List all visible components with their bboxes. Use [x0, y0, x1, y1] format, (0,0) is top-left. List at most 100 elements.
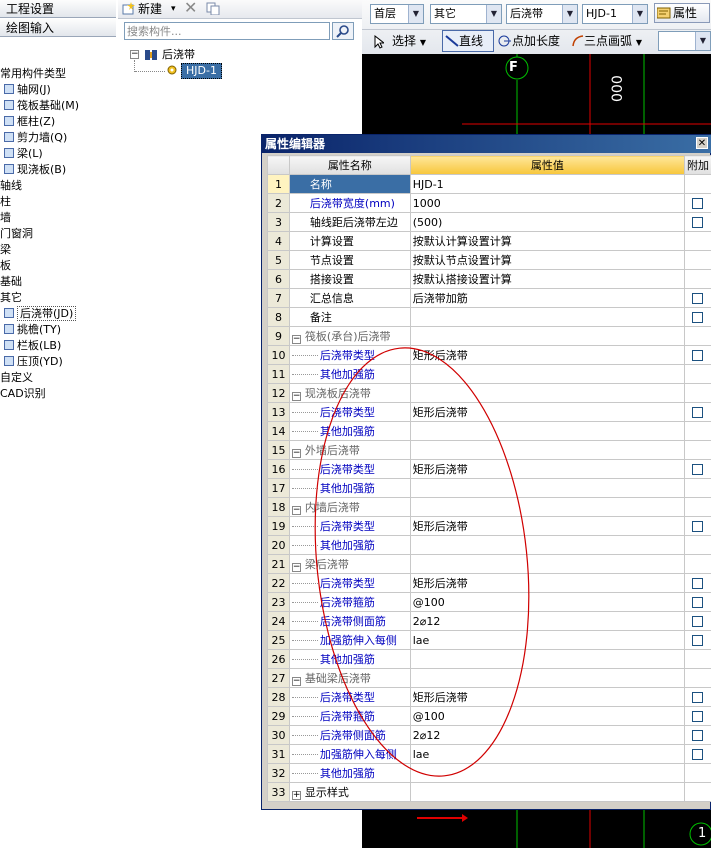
point-length-button[interactable]: 点加长度 — [498, 31, 560, 51]
nav-tree-item-label: 墙 — [0, 211, 11, 224]
three-point-arc-button[interactable]: 三点画弧 ▼ — [572, 31, 642, 51]
attach-checkbox[interactable] — [692, 293, 703, 304]
nav-tree-item[interactable]: 压顶(YD) — [4, 354, 63, 370]
expand-icon[interactable]: + — [292, 791, 301, 800]
property-value[interactable]: 1000 — [410, 194, 684, 213]
collapse-icon[interactable]: − — [292, 335, 301, 344]
dialog-title: 属性编辑器 — [262, 135, 711, 153]
property-row[interactable]: 4计算设置按默认计算设置计算 — [268, 232, 711, 251]
collapse-icon[interactable]: − — [292, 677, 301, 686]
property-value[interactable]: (500) — [410, 213, 684, 232]
nav-tree-item[interactable]: 梁 — [0, 242, 11, 258]
category-select[interactable]: 其它▼ — [430, 4, 502, 24]
row-number: 2 — [268, 194, 290, 213]
extra-cell — [684, 517, 711, 536]
tree-root-label[interactable]: 后浇带 — [162, 47, 195, 63]
property-row[interactable]: 2后浇带宽度(mm)1000 — [268, 194, 711, 213]
attach-checkbox[interactable] — [692, 692, 703, 703]
property-value[interactable]: 按默认计算设置计算 — [410, 232, 684, 251]
property-value[interactable]: 后浇带加筋 — [410, 289, 684, 308]
property-value[interactable]: 按默认搭接设置计算 — [410, 270, 684, 289]
property-value[interactable] — [410, 308, 684, 327]
attach-checkbox[interactable] — [692, 597, 703, 608]
attach-checkbox[interactable] — [692, 749, 703, 760]
copy-icon[interactable] — [206, 2, 220, 18]
component-select[interactable]: HJD-1▼ — [582, 4, 648, 24]
nav-tree-item[interactable]: CAD识别 — [0, 386, 46, 402]
new-button[interactable]: 新建 — [138, 1, 162, 17]
collapse-icon[interactable]: − — [292, 563, 301, 572]
nav-tree-item[interactable]: 门窗洞 — [0, 226, 33, 242]
select-button[interactable]: 选择 ▼ — [392, 31, 426, 51]
nav-tree-item[interactable]: 筏板基础(M) — [4, 98, 79, 114]
attach-checkbox[interactable] — [692, 635, 703, 646]
nav-tree-item[interactable]: 梁(L) — [4, 146, 43, 162]
property-row[interactable]: 3轴线距后浇带左边(500) — [268, 213, 711, 232]
collapse-icon[interactable]: − — [292, 392, 301, 401]
line-button[interactable]: 直线 — [442, 30, 494, 52]
nav-tree-item[interactable]: 框柱(Z) — [4, 114, 55, 130]
nav-tree-item[interactable]: 后浇带(JD) — [4, 306, 76, 322]
property-row[interactable]: 8备注 — [268, 308, 711, 327]
property-name: 计算设置 — [289, 232, 410, 251]
attach-checkbox[interactable] — [692, 217, 703, 228]
draw-mode-select[interactable]: ▼ — [658, 31, 711, 51]
nav-tree-item[interactable]: 挑檐(TY) — [4, 322, 61, 338]
floor-select[interactable]: 首层▼ — [370, 4, 424, 24]
attach-checkbox[interactable] — [692, 350, 703, 361]
row-number: 31 — [268, 745, 290, 764]
collapse-icon[interactable]: − — [292, 506, 301, 515]
collapse-icon[interactable]: − — [130, 50, 139, 59]
property-row[interactable]: 5节点设置按默认节点设置计算 — [268, 251, 711, 270]
nav-tree-item[interactable]: 栏板(LB) — [4, 338, 61, 354]
search-input[interactable]: 搜索构件... — [124, 22, 330, 40]
nav-tree-item[interactable]: 柱 — [0, 194, 11, 210]
new-icon[interactable] — [122, 2, 136, 15]
attach-checkbox[interactable] — [692, 407, 703, 418]
property-row[interactable]: 7汇总信息后浇带加筋 — [268, 289, 711, 308]
attach-checkbox[interactable] — [692, 616, 703, 627]
extra-cell — [684, 270, 711, 289]
nav-tree-item[interactable]: 板 — [0, 258, 11, 274]
nav-tree-item[interactable]: 墙 — [0, 210, 11, 226]
nav-tree-item[interactable]: 其它 — [0, 290, 22, 306]
attach-checkbox[interactable] — [692, 578, 703, 589]
attach-checkbox[interactable] — [692, 312, 703, 323]
extra-cell — [684, 441, 711, 460]
property-row[interactable]: 1名称HJD-1 — [268, 175, 711, 194]
extra-cell — [684, 403, 711, 422]
properties-button[interactable]: 属性 — [654, 3, 710, 23]
extra-cell — [684, 498, 711, 517]
post-cast-strip-icon — [144, 48, 158, 64]
search-icon[interactable] — [332, 22, 354, 40]
property-name-text: 计算设置 — [310, 235, 354, 248]
property-row[interactable]: 6搭接设置按默认搭接设置计算 — [268, 270, 711, 289]
nav-tree-item[interactable]: 自定义 — [0, 370, 33, 386]
nav-tree-item[interactable]: 剪力墙(Q) — [4, 130, 67, 146]
collapse-icon[interactable]: − — [292, 449, 301, 458]
row-number: 16 — [268, 460, 290, 479]
tree-item-hjd-1[interactable]: HJD-1 — [181, 63, 222, 79]
type-select[interactable]: 后浇带▼ — [506, 4, 578, 24]
project-settings-button[interactable]: 工程设置 — [0, 0, 116, 18]
delete-icon[interactable]: ✕ — [184, 0, 197, 16]
property-name: 名称 — [289, 175, 410, 194]
property-value[interactable]: HJD-1 — [410, 175, 684, 194]
chevron-down-icon[interactable]: ▾ — [171, 1, 176, 17]
row-number: 32 — [268, 764, 290, 783]
nav-tree-item[interactable]: 轴线 — [0, 178, 22, 194]
drawing-input-button[interactable]: 绘图输入 — [0, 19, 116, 37]
nav-tree-item[interactable]: 轴网(J) — [4, 82, 51, 98]
property-value[interactable]: 按默认节点设置计算 — [410, 251, 684, 270]
nav-tree-item[interactable]: 基础 — [0, 274, 22, 290]
attach-checkbox[interactable] — [692, 521, 703, 532]
nav-tree-item[interactable]: 常用构件类型 — [0, 66, 66, 82]
attach-checkbox[interactable] — [692, 730, 703, 741]
row-number: 3 — [268, 213, 290, 232]
attach-checkbox[interactable] — [692, 464, 703, 475]
nav-tree-item[interactable]: 现浇板(B) — [4, 162, 66, 178]
row-number: 7 — [268, 289, 290, 308]
attach-checkbox[interactable] — [692, 198, 703, 209]
close-icon[interactable]: ✕ — [696, 137, 708, 149]
attach-checkbox[interactable] — [692, 711, 703, 722]
